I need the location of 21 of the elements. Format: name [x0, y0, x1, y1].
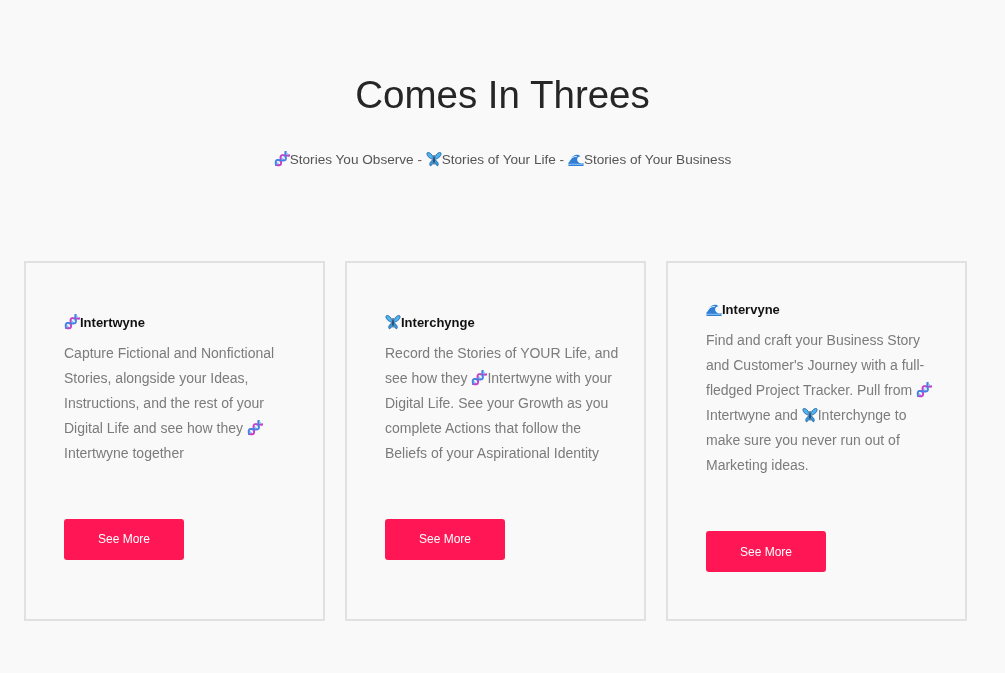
section-tagline: Stories of Your Life -: [441, 152, 565, 167]
card-title: Interchynge: [401, 314, 475, 330]
see-more-button[interactable]: See More: [385, 518, 505, 560]
dna-icon: [246, 419, 263, 436]
see-more-button[interactable]: See More: [706, 531, 826, 572]
card-description: Find and craft your Business Story and Customer's Journey with a full-fledged Project Tracker. Pull from Intertwyne and Interchynge to make sure you never run out of Marketing ideas.: [706, 328, 941, 478]
see-more-button[interactable]: See More: [64, 518, 184, 560]
card-description: Capture Fictional and Nonfictional Stories, alongside your Ideas, Instructions, and the rest of your Digital Life and see how they Intertwyne together: [64, 343, 276, 463]
section-title: Comes In Threes: [354, 72, 651, 118]
card-title: Intervyne: [722, 302, 780, 317]
section-tagline: Stories of Your Business: [583, 152, 732, 167]
butterfly-icon: [425, 151, 442, 167]
dna-icon: [916, 382, 933, 398]
section-tagline: Stories You Observe -: [289, 152, 422, 167]
card-description: Record the Stories of YOUR Life, and see how they Intertwyne with your Digital Life. See your Growth as you complete Actions that follow the Beliefs of your Aspirational Identity: [385, 343, 620, 463]
dna-icon: [64, 313, 80, 330]
butterfly-icon: [385, 313, 401, 330]
butterfly-icon: [801, 407, 818, 423]
dna-icon: [471, 369, 488, 386]
card-title: Intertwyne: [80, 314, 145, 330]
dna-icon: [273, 151, 290, 167]
